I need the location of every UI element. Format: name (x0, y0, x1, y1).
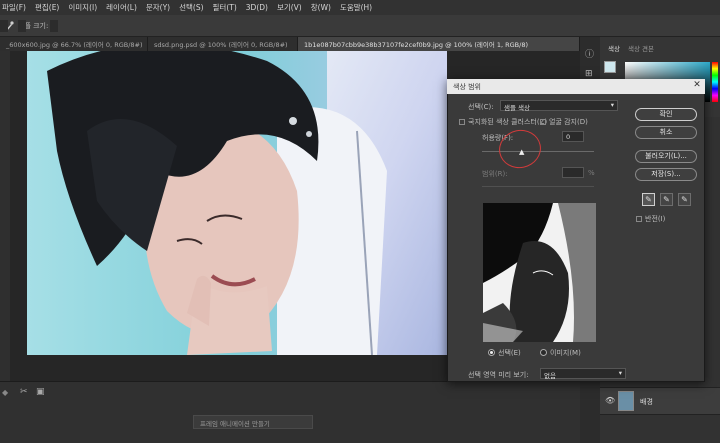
detect-faces-checkbox[interactable] (540, 119, 546, 125)
invert-checkbox[interactable] (636, 216, 642, 222)
create-frame-animation-button[interactable]: 프레임 애니메이션 만들기 (193, 415, 313, 429)
preview-mode-dropdown[interactable]: 없음 ▾ (540, 368, 626, 380)
menu-help[interactable]: 도움말(H) (340, 2, 372, 13)
fuzziness-input[interactable]: 0 (562, 131, 584, 142)
preview-mode-value: 없음 (544, 372, 556, 380)
radio-image-label: 이미지(M) (550, 349, 581, 357)
chevron-down-icon: ▾ (618, 369, 622, 377)
radio-selection-label: 선택(E) (498, 349, 521, 357)
timeline-panel: ◆ ✂ ▣ (0, 381, 580, 443)
ok-button[interactable]: 확인 (635, 108, 697, 121)
document-tabs: _600x600.jpg @ 66.7% (레이어 0, RGB/8#) sds… (0, 37, 580, 51)
eyedropper-minus-icon[interactable]: ✎ (678, 193, 691, 206)
tab-document-1[interactable]: _600x600.jpg @ 66.7% (레이어 0, RGB/8#) (0, 37, 148, 51)
save-button[interactable]: 저장(S)... (635, 168, 697, 181)
tools-strip (0, 51, 10, 381)
tab-document-2[interactable]: sdsd.png.psd @ 100% (레이어 0, RGB/8#) (148, 37, 298, 51)
layer-name: 배경 (640, 398, 653, 406)
radio-image[interactable] (540, 349, 547, 356)
invert-label: 반전(I) (645, 215, 666, 223)
eye-icon[interactable]: 👁 (605, 396, 615, 405)
menu-select[interactable]: 선택(S) (179, 2, 203, 13)
select-value: 샘플 색상 (504, 104, 530, 112)
close-icon[interactable]: ✕ (691, 80, 703, 92)
radio-selection[interactable] (488, 349, 495, 356)
hue-slider[interactable] (712, 62, 718, 102)
menu-type[interactable]: 문자(Y) (146, 2, 170, 13)
photoshop-window: 파일(F) 편집(E) 이미지(I) 레이어(L) 문자(Y) 선택(S) 필터… (0, 0, 720, 443)
play-icon[interactable]: ◆ (2, 388, 8, 397)
menu-window[interactable]: 창(W) (311, 2, 331, 13)
chevron-down-icon: ▾ (610, 101, 614, 109)
localized-checkbox[interactable] (459, 119, 465, 125)
menu-image[interactable]: 이미지(I) (68, 2, 97, 13)
transition-icon[interactable]: ▣ (36, 387, 45, 397)
document-image[interactable] (27, 51, 447, 355)
tab-document-3[interactable]: 1b1e087b07cbb9e38b37107fe2cef0b9.jpg @ 1… (298, 37, 580, 51)
load-button[interactable]: 불러오기(L)... (635, 150, 697, 163)
menu-file[interactable]: 파일(F) (2, 2, 26, 13)
selection-preview (483, 203, 596, 342)
select-label: 선택(C): (468, 103, 494, 111)
cancel-button[interactable]: 취소 (635, 126, 697, 139)
dialog-title: 색상 범위 (447, 79, 705, 94)
range-input[interactable] (562, 167, 584, 178)
properties-icon[interactable]: ⊞ (585, 69, 593, 79)
select-dropdown[interactable]: 샘플 색상 ▾ (500, 100, 618, 112)
tab-color[interactable]: 색상 (608, 43, 620, 53)
menu-bar: 파일(F) 편집(E) 이미지(I) 레이어(L) 문자(Y) 선택(S) 필터… (0, 0, 720, 15)
menu-filter[interactable]: 필터(T) (213, 2, 237, 13)
range-slider-track[interactable] (482, 186, 594, 187)
layer-thumbnail (618, 391, 634, 411)
localized-label: 국지화된 색상 클러스터(Z) (468, 118, 548, 126)
menu-edit[interactable]: 편집(E) (35, 2, 59, 13)
eyedropper-icon[interactable]: ✎ (642, 193, 655, 206)
menu-layer[interactable]: 레이어(L) (106, 2, 137, 13)
eyedropper-plus-icon[interactable]: ✎ (660, 193, 673, 206)
foreground-swatch[interactable] (604, 61, 616, 73)
range-unit: % (588, 169, 595, 177)
info-icon[interactable]: ⓘ (585, 47, 594, 60)
menu-3d[interactable]: 3D(D) (246, 3, 268, 12)
tab-swatches[interactable]: 색상 견본 (628, 43, 654, 53)
menu-view[interactable]: 보기(V) (277, 2, 302, 13)
range-label: 범위(R): (482, 170, 508, 178)
preview-mode-label: 선택 영역 미리 보기: (468, 371, 529, 379)
options-bar: 샘플 크기: (0, 15, 720, 37)
detect-faces-label: 얼굴 감지(D) (549, 118, 588, 126)
scissors-icon[interactable]: ✂ (20, 387, 28, 397)
